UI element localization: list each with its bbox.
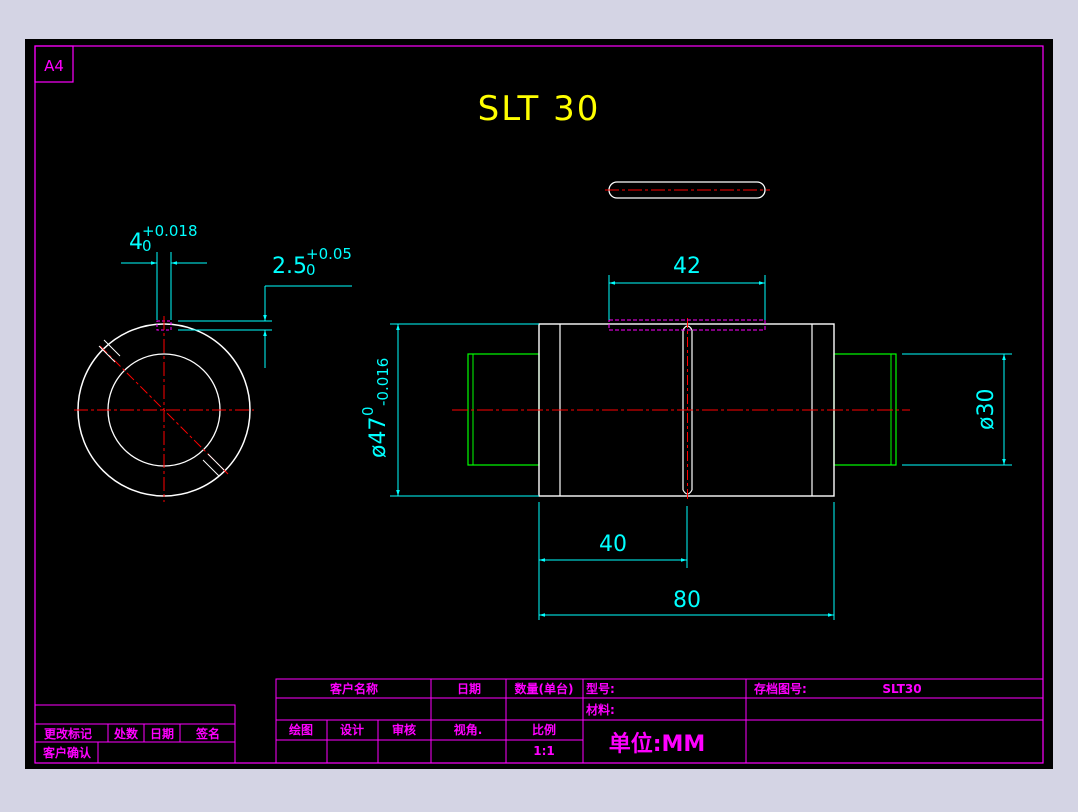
drawing-text: 1:1 bbox=[533, 744, 555, 758]
sheet-size-label: A4 bbox=[44, 57, 64, 75]
cad-window: A4 SLT 30 4 +0.018 0 2.5 +0.05 0 42 ø47 … bbox=[0, 0, 1078, 808]
drawing-text: ø30 bbox=[974, 389, 999, 430]
drawing-text: 签名 bbox=[195, 726, 220, 741]
drawing-text: 日期 bbox=[457, 681, 481, 696]
drawing-text: 80 bbox=[673, 588, 701, 613]
drawing-text: 4 bbox=[129, 230, 143, 255]
drawing-text: 42 bbox=[673, 254, 701, 279]
drawing-text: 存档图号: bbox=[753, 681, 807, 696]
drawing-text: 日期 bbox=[150, 726, 174, 741]
drawing-text: 2.5 bbox=[272, 254, 307, 279]
drawing-text: 视角. bbox=[454, 722, 483, 737]
drawing-text: 绘图 bbox=[289, 722, 313, 737]
drawing-text: 客户名称 bbox=[329, 681, 378, 696]
drawing-text: 型号: bbox=[586, 681, 615, 696]
drawing-text: 设计 bbox=[340, 722, 364, 737]
drawing-text: ø47 bbox=[366, 417, 391, 458]
drawing-text: SLT30 bbox=[882, 682, 921, 696]
drawing-text: 0 bbox=[306, 261, 316, 279]
drawing-text: 40 bbox=[599, 532, 627, 557]
drawing-canvas[interactable]: A4 SLT 30 4 +0.018 0 2.5 +0.05 0 42 ø47 … bbox=[0, 0, 1078, 808]
drawing-text: 数量(单台) bbox=[515, 681, 574, 696]
drawing-text: 客户确认 bbox=[42, 745, 92, 760]
drawing-text: 更改标记 bbox=[44, 726, 92, 741]
drawing-text: 材料: bbox=[585, 702, 615, 717]
drawing-text: 比例 bbox=[532, 722, 556, 737]
drawing-text: 审核 bbox=[392, 722, 416, 737]
drawing-text: -0.016 bbox=[374, 358, 392, 406]
drawing-text: 0 bbox=[142, 237, 152, 255]
unit-label: 单位:MM bbox=[609, 731, 706, 757]
drawing-text: 处数 bbox=[113, 726, 139, 741]
drawing-text: 0 bbox=[359, 406, 377, 416]
drawing-title: SLT 30 bbox=[478, 89, 601, 129]
